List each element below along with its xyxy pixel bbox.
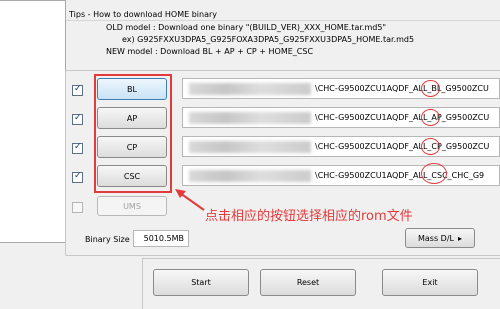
csc-checkbox[interactable]: ✓: [72, 171, 83, 183]
ap-checkbox[interactable]: ✓: [72, 113, 83, 125]
annotation-highlight-box: [94, 74, 172, 193]
path-blurred: [189, 112, 311, 124]
arrow-shaft: [179, 192, 205, 211]
start-button[interactable]: Start: [153, 269, 249, 296]
tips-title: Tips - How to download HOME binary: [69, 10, 217, 19]
check-mark-icon: ✓: [74, 84, 82, 94]
annotation-ellipse-ap: [421, 109, 440, 126]
annotation-arrow-icon: [175, 189, 205, 211]
mass-dl-label: Mass D/L: [417, 233, 454, 243]
bl-checkbox[interactable]: ✓: [72, 84, 83, 96]
binary-size-value: 5010.5MB: [133, 230, 189, 247]
tips-example: ex) G925FXXU3DPA5_G925FOXA3DPA5_G925FXXU…: [122, 35, 415, 44]
play-icon: ▸: [457, 233, 462, 243]
check-mark-icon: ✓: [74, 171, 82, 181]
tips-box: OLD model : Download one binary "(BUILD_…: [66, 20, 500, 69]
path-blurred: [189, 141, 311, 153]
bl-path-field[interactable]: \CHC-G9500ZCU1AQDF_ALL_BL_G9500ZCU: [182, 78, 500, 99]
cp-path-suffix: _G9500ZCU: [441, 142, 490, 151]
path-blurred: [189, 170, 311, 182]
binary-size-label: Binary Size: [85, 235, 130, 244]
check-mark-icon: ✓: [74, 142, 82, 152]
ums-checkbox[interactable]: [72, 202, 83, 213]
exit-button[interactable]: Exit: [382, 269, 478, 296]
check-mark-icon: ✓: [74, 113, 82, 123]
annotation-ellipse-bl: [421, 80, 440, 97]
csc-path-field[interactable]: \CHC-G9500ZCU1AQDF_ALL_CSC_CHC_G9: [182, 165, 500, 186]
annotation-ellipse-csc: [421, 163, 447, 184]
csc-path-suffix: _CHC_G9: [447, 171, 485, 180]
path-blurred: [189, 83, 311, 95]
ap-path-field[interactable]: \CHC-G9500ZCU1AQDF_ALL_AP_G9500ZCU: [182, 107, 500, 128]
cp-checkbox[interactable]: ✓: [72, 142, 83, 154]
mass-dl-button[interactable]: Mass D/L ▸: [405, 228, 475, 248]
ap-path-suffix: _G9500ZCU: [441, 113, 490, 122]
ap-path-prefix: \CHC-G9500ZCU1AQDF_ALL_: [315, 113, 432, 122]
bl-path-suffix: _G9500ZCU: [441, 84, 489, 93]
cp-path-field[interactable]: \CHC-G9500ZCU1AQDF_ALL_CP_G9500ZCU: [182, 136, 500, 157]
tips-new-model: NEW model : Download BL + AP + CP + HOME…: [106, 47, 314, 56]
csc-path-prefix: \CHC-G9500ZCU1AQDF_ALL_: [315, 171, 432, 180]
bl-path-prefix: \CHC-G9500ZCU1AQDF_ALL_: [315, 84, 432, 93]
annotation-text: 点击相应的按钮选择相应的rom文件: [205, 209, 413, 224]
annotation-ellipse-cp: [421, 138, 440, 155]
cp-path-prefix: \CHC-G9500ZCU1AQDF_ALL_: [315, 142, 432, 151]
log-panel: [0, 0, 66, 243]
tips-old-model: OLD model : Download one binary "(BUILD_…: [106, 23, 387, 32]
reset-button[interactable]: Reset: [260, 269, 356, 296]
ums-button[interactable]: UMS: [97, 196, 167, 216]
